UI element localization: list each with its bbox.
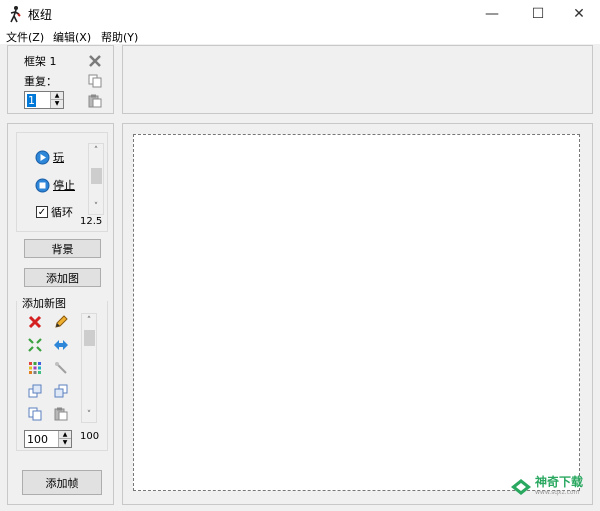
- title-bar: 枢纽 — ☐ ✕: [0, 0, 600, 28]
- spin-up-icon[interactable]: ▲: [59, 431, 71, 439]
- bring-forward-icon[interactable]: [26, 382, 44, 400]
- repeat-value[interactable]: 1: [27, 94, 36, 107]
- window-title: 枢纽: [28, 8, 53, 22]
- app-logo-icon: [8, 5, 22, 23]
- play-label: 玩: [53, 151, 64, 164]
- speed-scrollbar[interactable]: ˄ ˅: [88, 143, 104, 215]
- frame-strip-panel: [122, 45, 593, 114]
- image-list-scrollbar[interactable]: ˄ ˅: [81, 313, 97, 423]
- drawing-canvas[interactable]: [133, 134, 580, 491]
- flip-icon[interactable]: [52, 336, 70, 354]
- scroll-thumb[interactable]: [91, 168, 102, 184]
- watermark-logo-icon: [511, 478, 531, 495]
- play-icon: [35, 150, 50, 164]
- close-window-button[interactable]: ✕: [556, 0, 600, 28]
- frame-panel: 框架 1 重复： 1 ▲ ▼: [7, 45, 114, 114]
- maximize-button[interactable]: ☐: [515, 0, 561, 28]
- scroll-down-icon[interactable]: ˅: [89, 200, 103, 214]
- scale-readout: 100: [80, 431, 100, 442]
- maximize-icon: ☐: [531, 6, 545, 22]
- spin-down-icon[interactable]: ▼: [51, 100, 63, 108]
- play-button[interactable]: 玩: [35, 149, 64, 165]
- menu-edit[interactable]: 编辑(X): [53, 29, 91, 45]
- scroll-up-icon[interactable]: ˄: [82, 314, 96, 328]
- delete-frame-icon[interactable]: [86, 52, 104, 70]
- delete-icon[interactable]: [26, 313, 44, 331]
- stop-label: 停止: [53, 179, 75, 192]
- speed-readout: 12.5: [80, 216, 103, 227]
- zoom-value[interactable]: 100: [27, 433, 48, 446]
- spin-up-icon[interactable]: ▲: [51, 92, 63, 100]
- watermark-subtext: www.sqxz.com: [535, 489, 580, 496]
- menu-help[interactable]: 帮助(Y): [101, 29, 138, 45]
- paste-frame-icon[interactable]: [86, 92, 104, 110]
- stop-button[interactable]: 停止: [35, 177, 75, 193]
- control-panel: 玩 停止 ✓ 循环 ˄ ˅ 12.5 背景 添加图 添加新图 ˄ ˅ 100 ▲…: [7, 123, 114, 505]
- paste-image-icon[interactable]: [52, 405, 70, 423]
- spin-down-icon[interactable]: ▼: [59, 439, 71, 447]
- resize-icon[interactable]: [26, 336, 44, 354]
- minimize-button[interactable]: —: [469, 0, 515, 28]
- scroll-down-icon[interactable]: ˅: [82, 408, 96, 422]
- canvas-panel: [122, 123, 593, 505]
- frame-label: 框架 1: [24, 55, 57, 68]
- watermark: 神奇下载 www.sqxz.com: [510, 476, 583, 497]
- repeat-spinner[interactable]: 1 ▲ ▼: [24, 91, 64, 109]
- menu-bar: 文件(Z) 编辑(X) 帮助(Y): [0, 28, 600, 44]
- palette-icon[interactable]: [26, 359, 44, 377]
- minimize-icon: —: [485, 6, 499, 22]
- stop-icon: [35, 178, 50, 192]
- scroll-thumb[interactable]: [84, 330, 95, 346]
- repeat-label: 重复：: [24, 75, 57, 88]
- scroll-up-icon[interactable]: ˄: [89, 144, 103, 158]
- add-frame-button[interactable]: 添加帧: [22, 470, 102, 495]
- watermark-text: 神奇下载: [535, 475, 584, 489]
- menu-file[interactable]: 文件(Z): [6, 29, 44, 45]
- zoom-spinner[interactable]: 100 ▲ ▼: [24, 430, 72, 448]
- send-backward-icon[interactable]: [52, 382, 70, 400]
- background-button[interactable]: 背景: [24, 239, 101, 258]
- loop-checkbox[interactable]: ✓ 循环: [36, 204, 73, 220]
- loop-label: 循环: [51, 206, 73, 219]
- copy-image-icon[interactable]: [26, 405, 44, 423]
- magic-wand-icon[interactable]: [52, 359, 70, 377]
- add-image-button[interactable]: 添加图: [24, 268, 101, 287]
- copy-frame-icon[interactable]: [86, 72, 104, 90]
- close-icon: ✕: [573, 6, 585, 22]
- checkbox-check-icon[interactable]: ✓: [36, 206, 48, 218]
- pencil-icon[interactable]: [52, 313, 70, 331]
